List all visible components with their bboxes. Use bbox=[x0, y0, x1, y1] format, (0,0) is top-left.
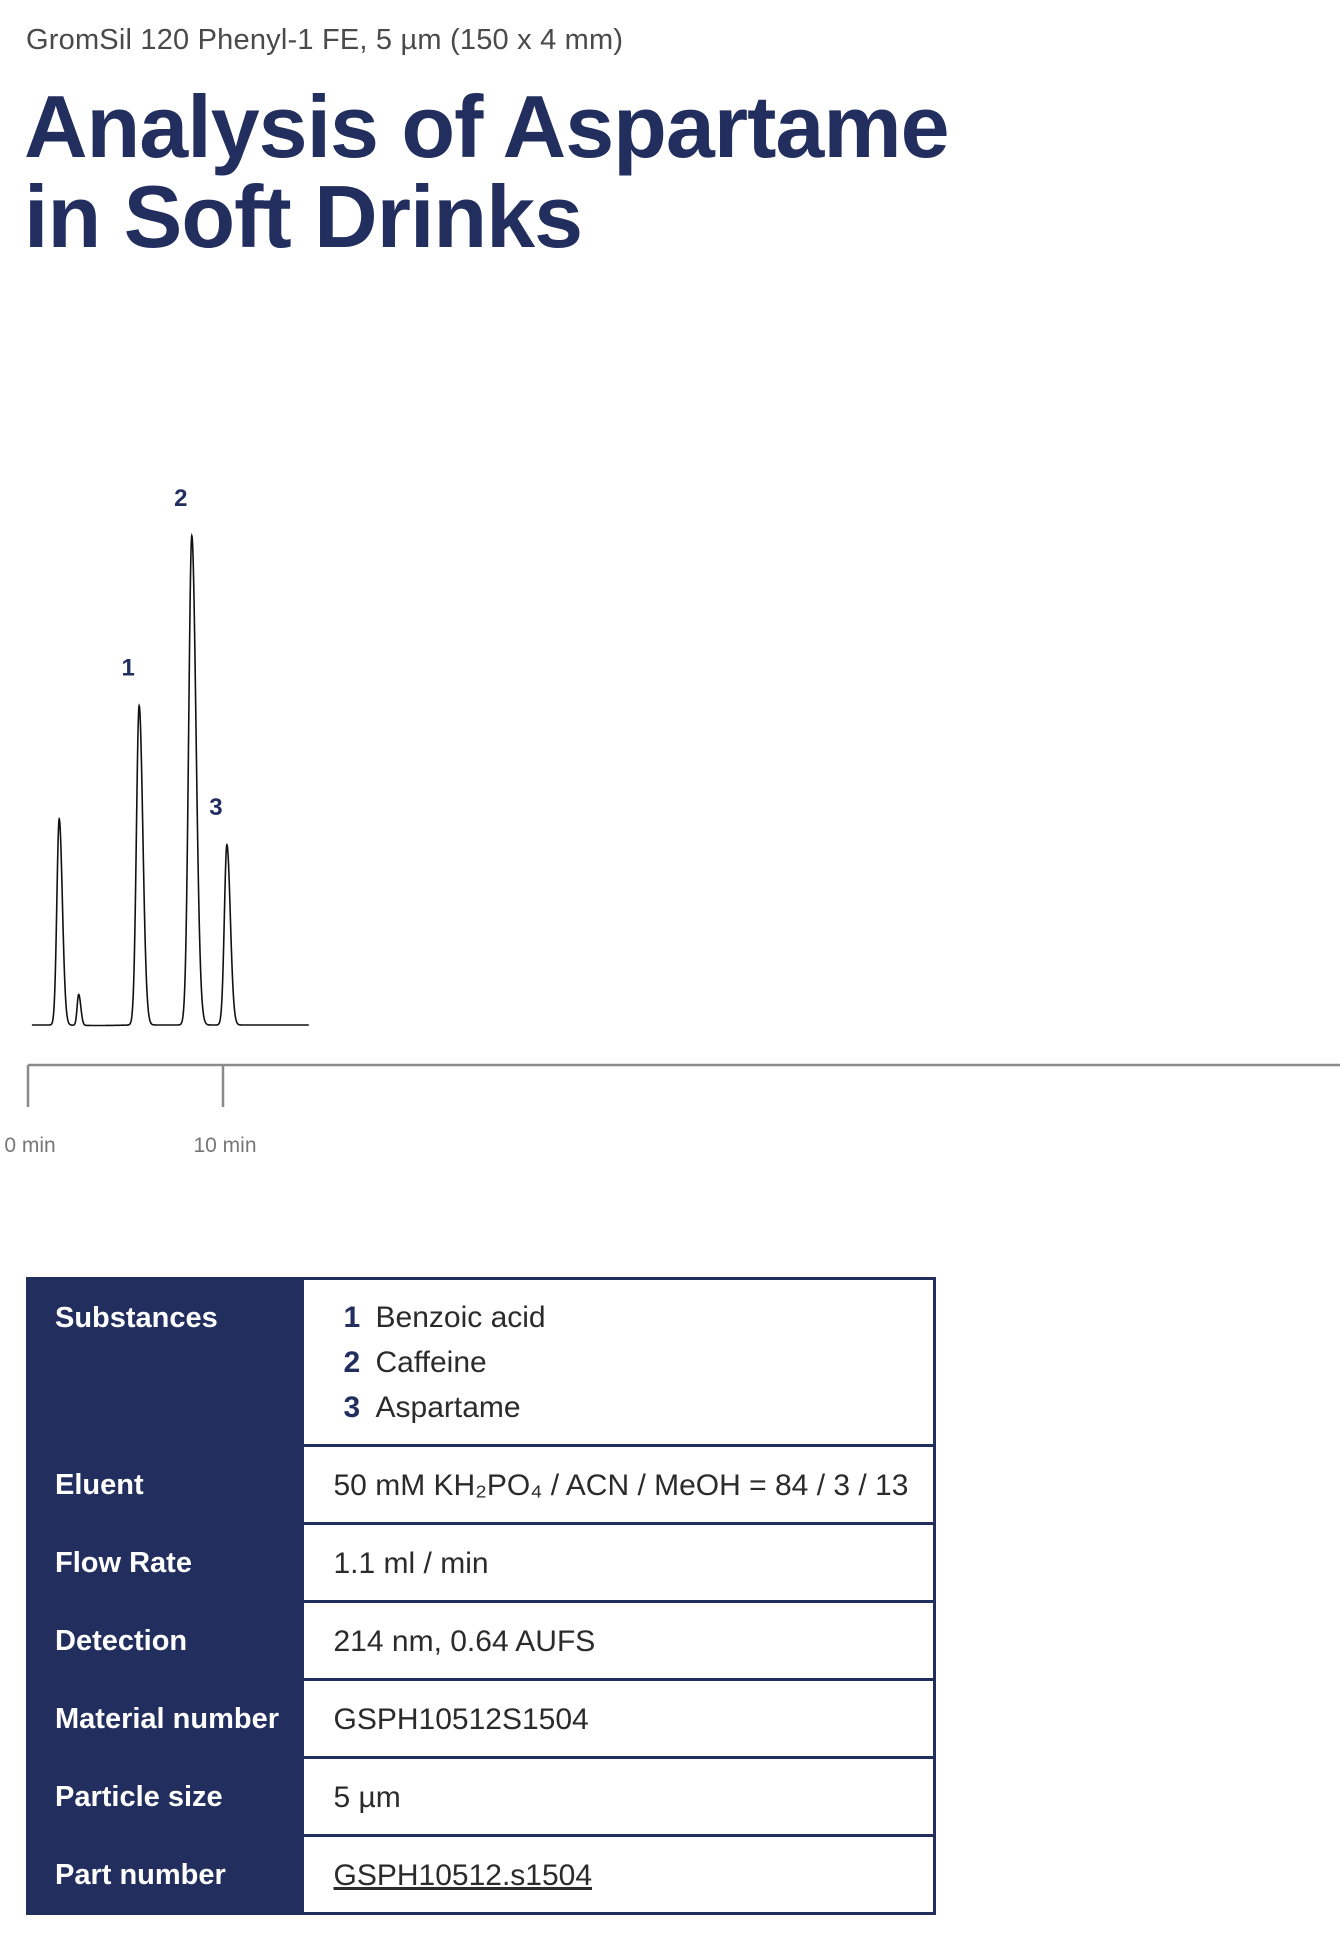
row-label: Part number bbox=[27, 1835, 304, 1914]
row-value: 50 mM KH₂PO₄ / ACN / MeOH = 84 / 3 / 13 bbox=[303, 1445, 935, 1525]
chromatogram-trace bbox=[31, 532, 309, 1027]
column-subtitle: GromSil 120 Phenyl-1 FE, 5 µm (150 x 4 m… bbox=[26, 24, 624, 56]
row-label: Detection bbox=[27, 1601, 304, 1681]
table-row: Flow Rate 1.1 ml / min bbox=[27, 1523, 935, 1603]
substances-list: 1 Benzoic acid 2 Caffeine 3 Aspartame bbox=[303, 1278, 935, 1447]
substance-name: Benzoic acid bbox=[375, 1301, 546, 1334]
row-value: 214 nm, 0.64 AUFS bbox=[303, 1601, 935, 1681]
substance-item: 2 Caffeine bbox=[334, 1347, 934, 1379]
page-title: Analysis of Aspartame in Soft Drinks bbox=[24, 77, 950, 266]
substance-item: 1 Benzoic acid bbox=[334, 1302, 934, 1334]
table-row: Part number GSPH10512.s1504 bbox=[27, 1835, 935, 1914]
title-line-1: Analysis of Aspartame bbox=[24, 77, 950, 176]
table-row: Eluent 50 mM KH₂PO₄ / ACN / MeOH = 84 / … bbox=[27, 1445, 935, 1525]
row-value: GSPH10512S1504 bbox=[303, 1679, 935, 1759]
substance-number: 2 bbox=[343, 1346, 361, 1379]
table-row: Particle size 5 µm bbox=[27, 1757, 935, 1837]
substance-number: 3 bbox=[343, 1391, 361, 1424]
table-row: Substances 1 Benzoic acid 2 Caffeine 3 Aspa… bbox=[27, 1278, 935, 1447]
substance-name: Caffeine bbox=[375, 1346, 487, 1379]
row-label: Particle size bbox=[27, 1757, 304, 1837]
conditions-table: Substances 1 Benzoic acid 2 Caffeine 3 Aspa… bbox=[26, 1277, 936, 1915]
peak-label: 1 bbox=[121, 655, 134, 682]
title-line-2: in Soft Drinks bbox=[24, 167, 583, 266]
peak-label: 3 bbox=[209, 794, 222, 821]
row-label: Material number bbox=[27, 1679, 304, 1759]
table-row: Material number GSPH10512S1504 bbox=[27, 1679, 935, 1759]
row-value: 5 µm bbox=[303, 1757, 935, 1837]
tick-label: 10 min bbox=[193, 1134, 256, 1157]
table-row: Detection 214 nm, 0.64 AUFS bbox=[27, 1601, 935, 1681]
row-value[interactable]: GSPH10512.s1504 bbox=[303, 1835, 935, 1914]
substance-item: 3 Aspartame bbox=[334, 1392, 934, 1424]
tick-label: 0 min bbox=[4, 1134, 55, 1157]
peak-label: 2 bbox=[174, 485, 187, 512]
row-value: 1.1 ml / min bbox=[303, 1523, 935, 1603]
part-number-link[interactable]: GSPH10512.s1504 bbox=[334, 1859, 593, 1892]
row-label: Flow Rate bbox=[27, 1523, 304, 1603]
chromatogram-chart: 1 2 3 0 min 10 min bbox=[4, 485, 1340, 1157]
row-label: Substances bbox=[27, 1278, 304, 1447]
row-label: Eluent bbox=[27, 1445, 304, 1525]
substance-number: 1 bbox=[343, 1301, 361, 1334]
substance-name: Aspartame bbox=[375, 1391, 521, 1424]
